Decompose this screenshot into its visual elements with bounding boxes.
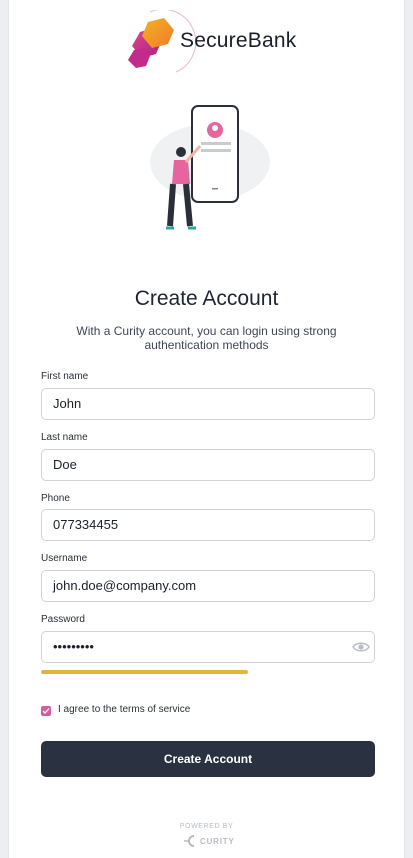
create-account-button[interactable]: Create Account [41,741,375,777]
brand-name: SecureBank [180,29,297,52]
last-name-label: Last name [41,432,88,443]
username-field[interactable]: john.doe@company.com [41,570,375,602]
last-name-field[interactable]: Doe [41,449,375,481]
password-field[interactable]: ••••••••• [41,631,375,663]
phone-field[interactable]: 077334455 [41,509,375,541]
vendor-name: CURITY [200,837,235,846]
powered-by-label: POWERED BY [179,823,234,830]
password-strength-bar [41,670,248,674]
checkmark-icon [42,708,50,714]
phone-label: Phone [41,493,70,504]
password-label: Password [41,614,85,625]
username-label: Username [41,553,88,564]
eye-icon[interactable] [352,640,370,654]
terms-checkbox[interactable] [41,706,51,716]
phone-illustration [150,105,270,230]
page-title: Create Account [134,287,279,310]
page-subtitle: With a Curity account, you can login usi… [76,324,337,352]
first-name-field[interactable]: John [41,388,375,420]
terms-label[interactable]: I agree to the terms of service [58,704,190,715]
first-name-label: First name [41,371,89,382]
